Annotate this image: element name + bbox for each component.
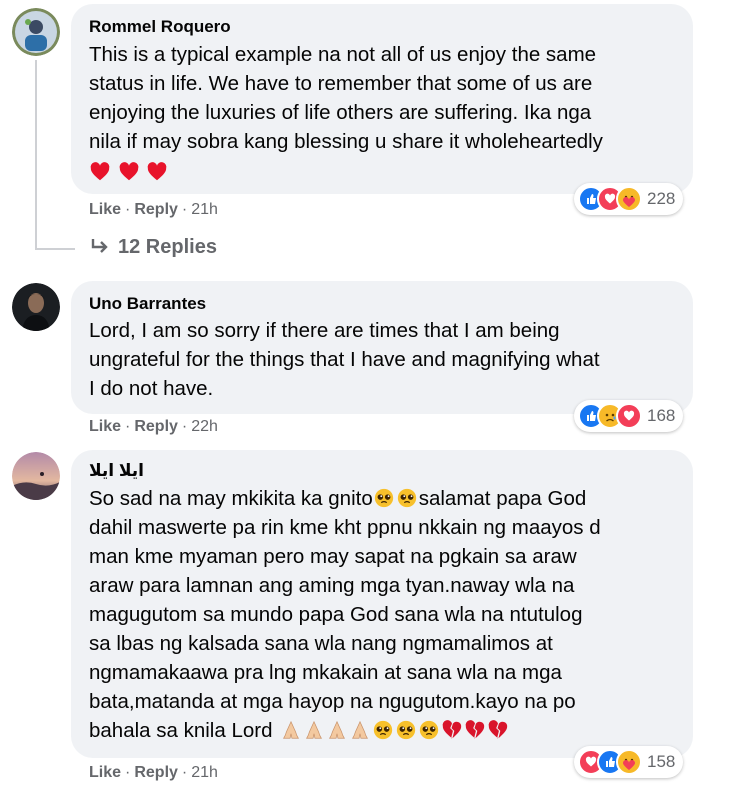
comment-line: This is a typical example na not all of … xyxy=(89,43,597,66)
comment-timestamp[interactable]: 21h xyxy=(191,764,218,781)
view-replies-button[interactable]: 12 Replies xyxy=(90,236,217,261)
reaction-summary[interactable]: 168 xyxy=(574,400,684,432)
thread-line xyxy=(35,60,37,250)
folded-hands-icon xyxy=(306,720,323,739)
comment-author[interactable]: Uno Barrantes xyxy=(89,294,206,314)
pleading-face-icon xyxy=(374,488,393,508)
reply-arrow-icon xyxy=(90,237,110,261)
pleading-face-icon xyxy=(420,720,439,740)
like-button[interactable]: Like xyxy=(89,201,121,218)
pleading-face-icon xyxy=(374,720,393,740)
comment-line: magugutom sa mundo papa God sana wla na … xyxy=(89,603,583,626)
comment-author[interactable]: Rommel Roquero xyxy=(89,17,231,37)
like-button[interactable]: Like xyxy=(89,418,121,435)
comment-line: So sad na may mkikita ka gnito salamat pa… xyxy=(89,484,601,513)
comment-line: I do not have. xyxy=(89,377,214,400)
reply-button[interactable]: Reply xyxy=(134,201,178,218)
comment-line: ngmamakaawa pra lng mkakain at sana wla … xyxy=(89,661,562,684)
avatar[interactable] xyxy=(12,8,60,56)
reaction-count: 158 xyxy=(647,752,676,771)
comment-line: bata,matanda at mga hayop na ngugutom.ka… xyxy=(89,690,576,713)
comment-text: This is a typical example na not all of … xyxy=(89,40,603,187)
emoji-run xyxy=(280,719,510,742)
reaction-count: 228 xyxy=(647,189,676,208)
comment-timestamp[interactable]: 22h xyxy=(191,418,218,435)
pleading-face-icon xyxy=(397,488,416,508)
comment-line: sa lbas ng kalsada sana wla nang ngmamal… xyxy=(89,632,553,655)
comment-author[interactable]: ايلا ايلا xyxy=(89,461,144,481)
emoji-line xyxy=(89,158,603,187)
reply-button[interactable]: Reply xyxy=(134,418,178,435)
reaction-summary[interactable]: 228 xyxy=(574,183,684,215)
care-reaction-icon xyxy=(616,186,642,212)
comment-line-text: bahala sa knila Lord xyxy=(89,719,273,742)
red-heart-icon xyxy=(119,162,139,181)
comment-line-text: salamat papa God xyxy=(418,487,587,510)
like-button[interactable]: Like xyxy=(89,764,121,781)
comment-actions: Like · Reply · 22h xyxy=(89,418,218,435)
red-heart-icon xyxy=(148,162,167,181)
comment-line: ungrateful for the things that I have an… xyxy=(89,348,600,371)
reply-button[interactable]: Reply xyxy=(134,764,178,781)
reaction-count: 168 xyxy=(647,406,676,425)
comment-line: status in life. We have to remember that… xyxy=(89,72,593,95)
love-reaction-icon xyxy=(616,403,642,429)
comment-line: enjoying the luxuries of life others are… xyxy=(89,101,592,124)
red-heart-icon xyxy=(90,162,110,181)
pleading-face-icon xyxy=(397,720,416,740)
replies-count: 12 Replies xyxy=(118,236,217,258)
care-reaction-icon xyxy=(616,749,642,775)
folded-hands-icon xyxy=(329,720,346,739)
reaction-summary[interactable]: 158 xyxy=(574,746,684,778)
thread-line xyxy=(35,248,75,250)
comment-line: nila if may sobra kang blessing u share … xyxy=(89,130,603,153)
avatar[interactable] xyxy=(12,283,60,331)
avatar[interactable] xyxy=(12,452,60,500)
comment-line: dahil maswerte pa rin kme kht ppnu nkkai… xyxy=(89,516,601,539)
comment-line: bahala sa knila Lord xyxy=(89,716,601,745)
comment-timestamp[interactable]: 21h xyxy=(191,201,218,218)
comment-line-text: So sad na may mkikita ka gnito xyxy=(89,487,373,510)
folded-hands-icon xyxy=(352,720,369,739)
folded-hands-icon xyxy=(283,720,300,739)
comment-line: Lord, I am so sorry if there are times t… xyxy=(89,319,560,342)
broken-heart-icon xyxy=(465,720,485,739)
comment-text: So sad na may mkikita ka gnito salamat pa… xyxy=(89,484,601,745)
comment-line: araw para lamnan ang aming mga tyan.nawa… xyxy=(89,574,575,597)
broken-heart-icon xyxy=(442,720,462,739)
broken-heart-icon xyxy=(488,720,508,739)
comment-text: Lord, I am so sorry if there are times t… xyxy=(89,316,600,403)
comment-actions: Like · Reply · 21h xyxy=(89,764,218,781)
comment-actions: Like · Reply · 21h xyxy=(89,201,218,218)
comment-line: man kme myaman pero may sapat na pgkain … xyxy=(89,545,577,568)
